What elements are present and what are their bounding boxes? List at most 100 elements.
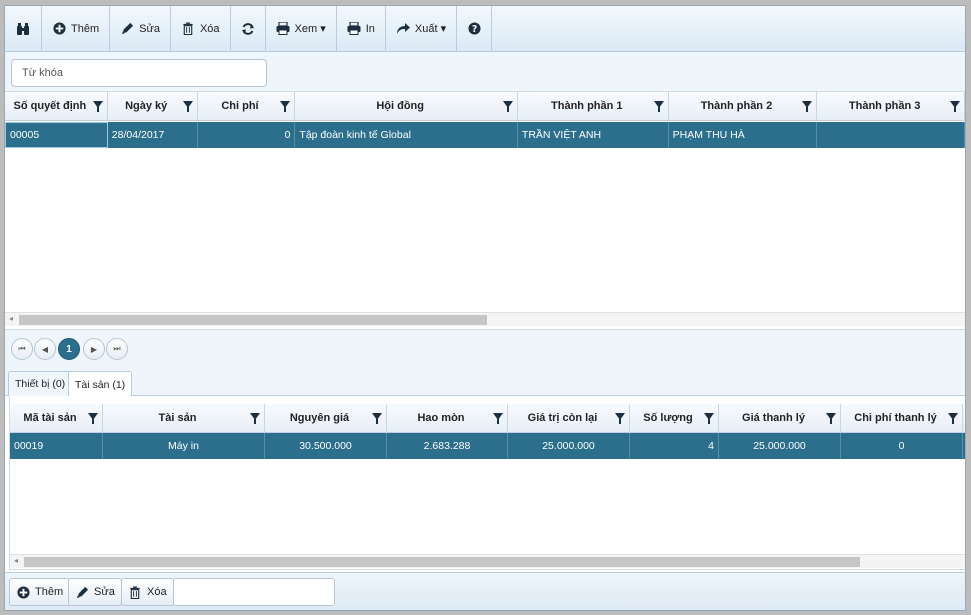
pencil-icon xyxy=(120,22,134,36)
first-page-button[interactable]: ⏮ xyxy=(11,338,33,360)
cell-liquidation-cost: 0 xyxy=(841,433,963,459)
decision-grid-header: Số quyết định Ngày ký Chi phí Hội đồng T… xyxy=(5,92,965,121)
cell-original-price: 30.500.000 xyxy=(265,433,387,459)
scrollbar-thumb[interactable] xyxy=(19,315,487,325)
filter-icon[interactable] xyxy=(493,413,503,424)
trash-icon xyxy=(128,585,142,599)
next-page-button[interactable]: ▶ xyxy=(83,338,105,360)
help-button[interactable]: ? xyxy=(457,6,493,51)
delete-button-label: Xóa xyxy=(199,22,220,35)
column-header-asset[interactable]: Tài sản xyxy=(103,404,265,432)
help-icon: ? xyxy=(467,22,481,36)
scroll-left-icon[interactable]: ◂ xyxy=(14,556,18,565)
column-header-sign-date[interactable]: Ngày ký xyxy=(108,92,198,120)
svg-text:?: ? xyxy=(471,24,476,35)
share-icon xyxy=(396,22,410,36)
plus-circle-icon xyxy=(52,22,66,36)
column-header-cost[interactable]: Chi phí xyxy=(198,92,296,120)
table-row[interactable]: 00005 28/04/2017 0 Tập đoàn kinh tế Glob… xyxy=(5,122,965,148)
asset-grid-header: Mã tài sản Tài sản Nguyên giá Hao mòn Gi… xyxy=(10,404,965,433)
search-toggle-button[interactable] xyxy=(5,6,42,51)
filter-icon[interactable] xyxy=(280,101,291,112)
add-button[interactable]: Thêm xyxy=(42,6,111,51)
column-header-member-3[interactable]: Thành phần 3 xyxy=(817,92,965,120)
column-header-liquidation-price[interactable]: Giá thanh lý xyxy=(719,404,841,432)
export-button-label: Xuất ▾ xyxy=(414,23,447,35)
keyword-search-input[interactable] xyxy=(11,59,267,87)
filter-icon[interactable] xyxy=(88,413,98,424)
column-header-quantity[interactable]: Số lượng xyxy=(630,404,719,432)
delete-asset-button[interactable]: Xóa xyxy=(121,578,174,606)
filter-icon[interactable] xyxy=(704,413,714,424)
print-button-label: In xyxy=(365,22,375,35)
filter-icon[interactable] xyxy=(182,101,193,112)
export-dropdown-button[interactable]: Xuất ▾ xyxy=(386,6,458,51)
refresh-button[interactable] xyxy=(231,6,266,51)
search-row xyxy=(5,52,965,92)
table-row[interactable]: 00019 Máy in 30.500.000 2.683.288 25.000… xyxy=(10,433,965,459)
scrollbar-thumb[interactable] xyxy=(24,557,860,567)
cell-asset: Máy in xyxy=(103,433,265,459)
print-button[interactable]: In xyxy=(337,6,386,51)
cell-remaining-value: 25.000.000 xyxy=(508,433,630,459)
refresh-icon xyxy=(241,22,255,36)
view-button-label: Xem ▾ xyxy=(294,23,326,35)
tab-equipment[interactable]: Thiết bị (0) xyxy=(8,371,73,396)
main-toolbar: Thêm Sửa Xóa Xem ▾ In Xuất ▾ ? xyxy=(5,6,965,52)
column-header-asset-code[interactable]: Mã tài sản xyxy=(10,404,103,432)
asset-toolbar: Thêm Sửa Xóa xyxy=(5,572,965,610)
cell-depreciation: 2.683.288 xyxy=(387,433,508,459)
trash-icon xyxy=(181,22,195,36)
filter-icon[interactable] xyxy=(250,413,260,424)
asset-grid-scrollbar[interactable]: ◂ xyxy=(10,554,965,568)
cell-sign-date: 28/04/2017 xyxy=(108,122,198,148)
add-button-label: Thêm xyxy=(71,22,100,35)
filter-icon[interactable] xyxy=(615,413,625,424)
cell-quantity: 4 xyxy=(630,433,719,459)
filter-icon[interactable] xyxy=(949,101,960,112)
tab-assets[interactable]: Tài sản (1) xyxy=(68,371,133,397)
cell-liquidation-price: 25.000.000 xyxy=(719,433,841,459)
filter-icon[interactable] xyxy=(948,413,958,424)
plus-circle-icon xyxy=(16,585,30,599)
add-asset-button[interactable]: Thêm xyxy=(9,578,71,606)
filter-icon[interactable] xyxy=(502,101,513,112)
current-page-button[interactable]: 1 xyxy=(58,338,80,360)
asset-filter-input[interactable] xyxy=(173,578,335,606)
column-header-depreciation[interactable]: Hao mòn xyxy=(387,404,508,432)
column-header-decision-number[interactable]: Số quyết định xyxy=(5,92,108,120)
print-icon xyxy=(347,22,361,36)
edit-asset-button[interactable]: Sửa xyxy=(68,578,122,606)
cell-member-3 xyxy=(817,122,965,148)
delete-button[interactable]: Xóa xyxy=(171,6,231,51)
column-header-remaining-value[interactable]: Giá trị còn lại xyxy=(508,404,630,432)
pencil-icon xyxy=(75,585,89,599)
asset-grid-panel: Mã tài sản Tài sản Nguyên giá Hao mòn Gi… xyxy=(9,396,965,570)
app-frame: Thêm Sửa Xóa Xem ▾ In Xuất ▾ ? Từ khóa S… xyxy=(4,5,966,611)
prev-page-button[interactable]: ◀ xyxy=(34,338,56,360)
edit-button-label: Sửa xyxy=(139,22,160,35)
filter-icon[interactable] xyxy=(802,101,813,112)
pagination-bar: ⏮ ◀ 1 ▶ ⏭ xyxy=(5,329,965,369)
column-header-council[interactable]: Hội đồng xyxy=(295,92,518,120)
filter-icon[interactable] xyxy=(826,413,836,424)
column-header-original-price[interactable]: Nguyên giá xyxy=(265,404,387,432)
scroll-left-icon[interactable]: ◂ xyxy=(9,314,13,323)
cell-cost: 0 xyxy=(198,122,296,148)
binoculars-icon xyxy=(16,22,30,36)
detail-tabs: Thiết bị (0) Tài sản (1) xyxy=(5,369,965,397)
column-header-member-2[interactable]: Thành phần 2 xyxy=(669,92,818,120)
filter-icon[interactable] xyxy=(92,101,103,112)
main-grid-scrollbar[interactable]: ◂ xyxy=(5,312,965,326)
edit-button[interactable]: Sửa xyxy=(110,6,171,51)
view-dropdown-button[interactable]: Xem ▾ xyxy=(266,6,337,51)
cell-decision-number: 00005 xyxy=(5,122,108,148)
filter-icon[interactable] xyxy=(653,101,664,112)
cell-council: Tập đoàn kinh tế Global xyxy=(295,122,518,148)
cell-member-1: TRẦN VIỆT ANH xyxy=(518,122,669,148)
print-icon xyxy=(276,22,290,36)
column-header-member-1[interactable]: Thành phần 1 xyxy=(518,92,669,120)
filter-icon[interactable] xyxy=(372,413,382,424)
last-page-button[interactable]: ⏭ xyxy=(106,338,128,360)
column-header-liquidation-cost[interactable]: Chi phí thanh lý xyxy=(841,404,963,432)
